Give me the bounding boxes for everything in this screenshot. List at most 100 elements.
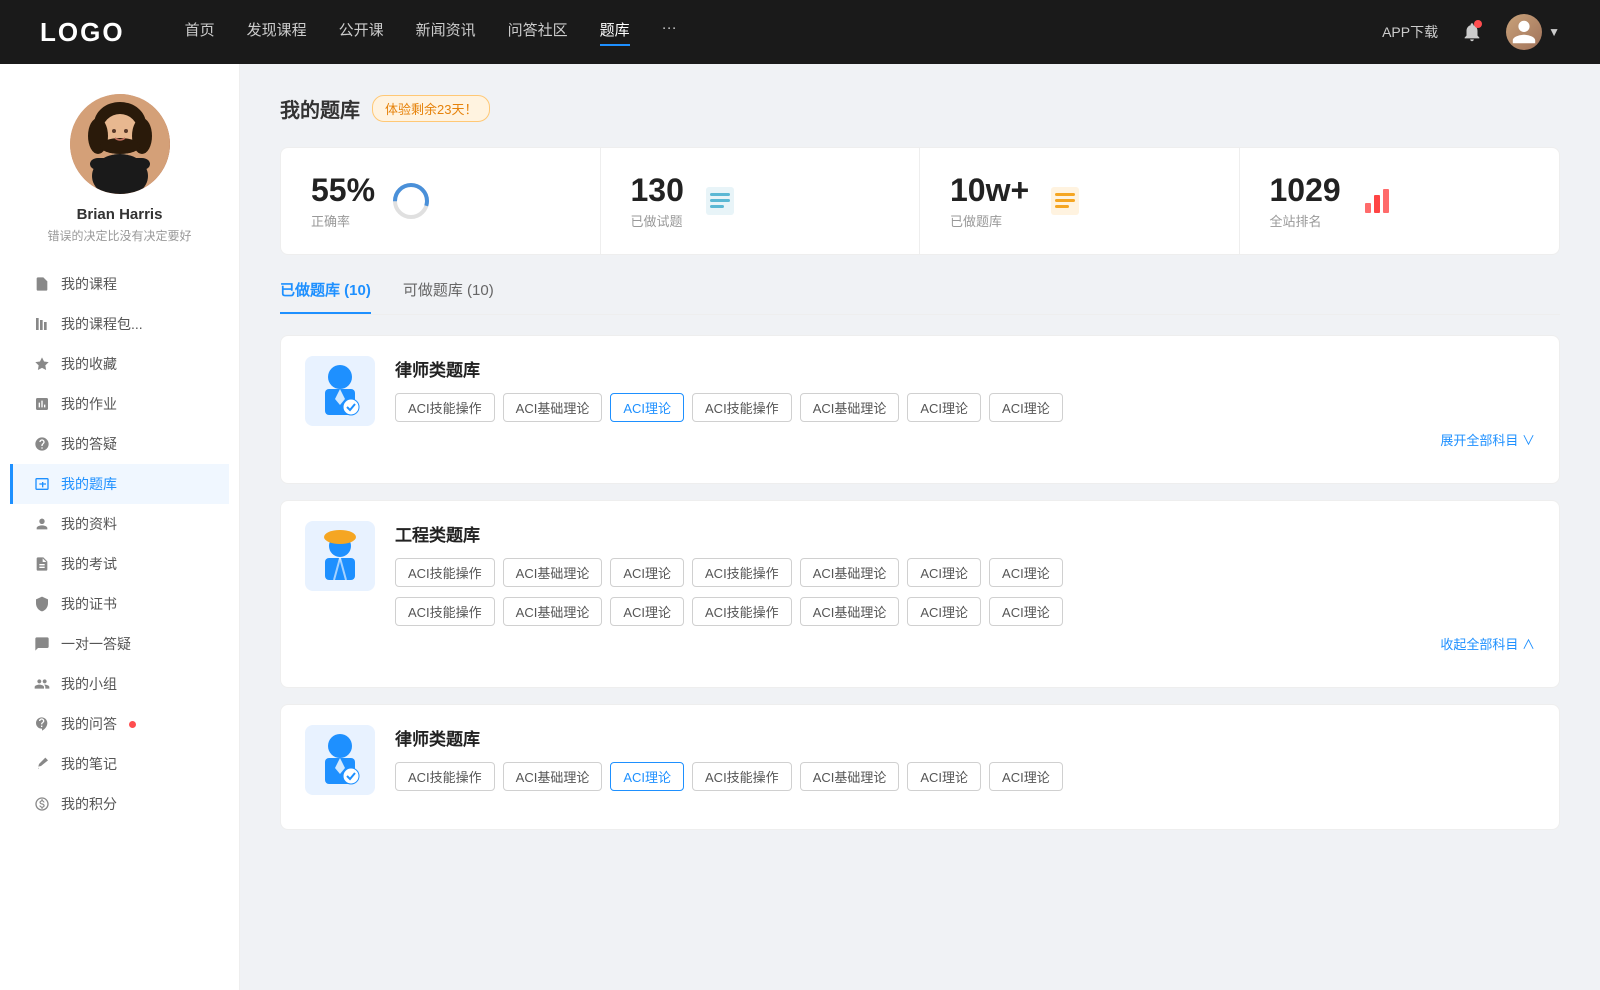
qbank-details: 律师类题库 ACI技能操作 ACI基础理论 ACI理论 ACI技能操作 ACI基…: [395, 356, 1535, 449]
qbank-title-2: 工程类题库: [395, 521, 1535, 546]
sidebar-motto: 错误的决定比没有决定要好: [47, 227, 191, 244]
sidebar-item-label: 我的考试: [61, 554, 117, 574]
sidebar-navigation: 我的课程 我的课程包... 我的收藏 我的作业: [0, 264, 239, 824]
app-download-link[interactable]: APP下载: [1382, 22, 1438, 42]
lawyer-svg-icon: [313, 361, 367, 421]
tag-item[interactable]: ACI基础理论: [503, 393, 603, 422]
logo[interactable]: LOGO: [40, 17, 125, 48]
myqa-notification-dot: [129, 721, 136, 728]
sidebar-item-favorites[interactable]: 我的收藏: [10, 344, 229, 384]
tab-done-banks[interactable]: 已做题库 (10): [280, 279, 371, 314]
trial-badge: 体验剩余23天！: [372, 95, 490, 122]
sidebar-item-tutoring[interactable]: 一对一答疑: [10, 624, 229, 664]
qbank-card-header: 律师类题库 ACI技能操作 ACI基础理论 ACI理论 ACI技能操作 ACI基…: [305, 356, 1535, 449]
sidebar-item-label: 我的题库: [61, 474, 117, 494]
sidebar-item-homework[interactable]: 我的作业: [10, 384, 229, 424]
lawyer-svg-icon-2: [313, 730, 367, 790]
sidebar-item-notes[interactable]: 我的笔记: [10, 744, 229, 784]
tag-item[interactable]: ACI技能操作: [692, 393, 792, 422]
myqa-icon: [33, 715, 51, 733]
sidebar-item-label: 我的笔记: [61, 754, 117, 774]
qbank-details-2: 工程类题库 ACI技能操作 ACI基础理论 ACI理论 ACI技能操作 ACI基…: [395, 521, 1535, 653]
notification-bell[interactable]: [1458, 18, 1486, 46]
tag-item[interactable]: ACI技能操作: [692, 597, 792, 626]
tag-item[interactable]: ACI技能操作: [395, 558, 495, 587]
stat-accuracy-value: 55%: [311, 172, 375, 209]
tag-item[interactable]: ACI理论: [907, 762, 981, 791]
tag-item[interactable]: ACI理论: [989, 597, 1063, 626]
sidebar-item-label: 一对一答疑: [61, 634, 131, 654]
tab-available-banks[interactable]: 可做题库 (10): [403, 279, 494, 314]
sidebar-item-exam[interactable]: 我的考试: [10, 544, 229, 584]
tag-item[interactable]: ACI基础理论: [503, 558, 603, 587]
tabs-row: 已做题库 (10) 可做题库 (10): [280, 279, 1560, 315]
avatar: [1506, 14, 1542, 50]
nav-opencourse[interactable]: 公开课: [339, 19, 384, 46]
tag-item[interactable]: ACI基础理论: [800, 558, 900, 587]
rank-chart-icon: [1357, 181, 1397, 221]
tag-item[interactable]: ACI基础理论: [800, 393, 900, 422]
sidebar-item-certificate[interactable]: 我的证书: [10, 584, 229, 624]
questions-icon: [33, 435, 51, 453]
nav-news[interactable]: 新闻资讯: [416, 19, 476, 46]
stat-accuracy: 55% 正确率: [281, 148, 601, 254]
qbank-card-lawyer-2: 律师类题库 ACI技能操作 ACI基础理论 ACI理论 ACI技能操作 ACI基…: [280, 704, 1560, 830]
qbank-engineer-icon: [305, 521, 375, 591]
sidebar-item-profile[interactable]: 我的资料: [10, 504, 229, 544]
nav-qa[interactable]: 问答社区: [508, 19, 568, 46]
sidebar-item-questionbank[interactable]: 我的题库: [10, 464, 229, 504]
stat-accuracy-text: 55% 正确率: [311, 172, 375, 230]
tag-item[interactable]: ACI技能操作: [395, 762, 495, 791]
tag-item[interactable]: ACI基础理论: [503, 762, 603, 791]
group-icon: [33, 675, 51, 693]
tag-item[interactable]: ACI理论: [610, 597, 684, 626]
user-menu-chevron: ▼: [1548, 25, 1560, 39]
tag-item[interactable]: ACI技能操作: [395, 393, 495, 422]
tag-item[interactable]: ACI理论: [989, 558, 1063, 587]
tags-row-2a: ACI技能操作 ACI基础理论 ACI理论 ACI技能操作 ACI基础理论 AC…: [395, 558, 1535, 587]
tags-row-3: ACI技能操作 ACI基础理论 ACI理论 ACI技能操作 ACI基础理论 AC…: [395, 762, 1535, 791]
qbank-card-engineer: 工程类题库 ACI技能操作 ACI基础理论 ACI理论 ACI技能操作 ACI基…: [280, 500, 1560, 688]
page-layout: Brian Harris 错误的决定比没有决定要好 我的课程 我的课程包... …: [0, 64, 1600, 990]
tags-row-2b: ACI技能操作 ACI基础理论 ACI理论 ACI技能操作 ACI基础理论 AC…: [395, 597, 1535, 626]
tag-item[interactable]: ACI基础理论: [800, 762, 900, 791]
points-icon: [33, 795, 51, 813]
tag-item[interactable]: ACI基础理论: [800, 597, 900, 626]
nav-home[interactable]: 首页: [185, 19, 215, 46]
tag-item[interactable]: ACI理论: [610, 558, 684, 587]
tag-item[interactable]: ACI理论: [907, 597, 981, 626]
collapse-link-2[interactable]: 收起全部科目 ∧: [395, 634, 1535, 653]
sidebar-item-questions[interactable]: 我的答疑: [10, 424, 229, 464]
tag-item-selected[interactable]: ACI理论: [610, 762, 684, 791]
sidebar-item-label: 我的答疑: [61, 434, 117, 454]
sidebar-item-coursepackage[interactable]: 我的课程包...: [10, 304, 229, 344]
favorites-icon: [33, 355, 51, 373]
stat-done-text: 130 已做试题: [631, 172, 684, 230]
sidebar-item-myqa[interactable]: 我的问答: [10, 704, 229, 744]
stat-rank: 1029 全站排名: [1240, 148, 1560, 254]
qbank-card-header-2: 工程类题库 ACI技能操作 ACI基础理论 ACI理论 ACI技能操作 ACI基…: [305, 521, 1535, 653]
main-content: 我的题库 体验剩余23天！ 55% 正确率: [240, 64, 1600, 990]
tag-item[interactable]: ACI理论: [989, 762, 1063, 791]
tag-item[interactable]: ACI技能操作: [692, 762, 792, 791]
sidebar-item-points[interactable]: 我的积分: [10, 784, 229, 824]
tag-item[interactable]: ACI理论: [907, 393, 981, 422]
nav-more[interactable]: ···: [662, 19, 677, 46]
tag-item[interactable]: ACI理论: [907, 558, 981, 587]
tag-item-selected[interactable]: ACI理论: [610, 393, 684, 422]
nav-links: 首页 发现课程 公开课 新闻资讯 问答社区 题库 ···: [185, 19, 1343, 46]
tag-item[interactable]: ACI技能操作: [692, 558, 792, 587]
sidebar-item-group[interactable]: 我的小组: [10, 664, 229, 704]
stat-done-value: 130: [631, 172, 684, 209]
bar-chart-svg: [1359, 183, 1395, 219]
nav-discover[interactable]: 发现课程: [247, 19, 307, 46]
nav-questionbank[interactable]: 题库: [600, 19, 630, 46]
sidebar-avatar: [70, 94, 170, 194]
sidebar-item-mycourse[interactable]: 我的课程: [10, 264, 229, 304]
tag-item[interactable]: ACI技能操作: [395, 597, 495, 626]
expand-link-1[interactable]: 展开全部科目 ∨: [395, 430, 1535, 449]
user-avatar-menu[interactable]: ▼: [1506, 14, 1560, 50]
tag-item[interactable]: ACI基础理论: [503, 597, 603, 626]
tag-item[interactable]: ACI理论: [989, 393, 1063, 422]
sidebar-item-label: 我的问答: [61, 714, 117, 734]
